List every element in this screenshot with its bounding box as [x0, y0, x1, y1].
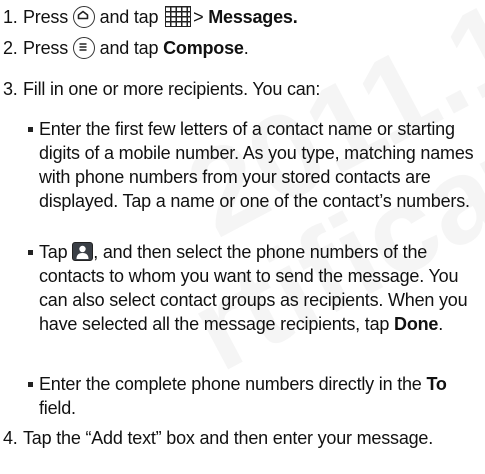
- step-2: 2. Press and tap Compose.: [0, 36, 480, 62]
- bullet-item-2: Tap , and then select the phone numbers …: [28, 240, 478, 364]
- step-text: Press and tap > Messages.: [23, 5, 480, 29]
- step-text: Fill in one or more recipients. You can:: [23, 79, 321, 99]
- step-4: 4. Tap the “Add text” box and then enter…: [0, 426, 480, 474]
- step-text-part: >: [193, 7, 204, 27]
- home-icon: [72, 6, 95, 28]
- step-text-part: Press: [23, 7, 69, 27]
- all-apps-icon: [165, 6, 192, 27]
- step-text-part: Press: [23, 38, 69, 58]
- contact-icon: [72, 242, 94, 261]
- step-3: 3. Fill in one or more recipients. You c…: [0, 77, 480, 103]
- bullet-text-part: field.: [39, 398, 76, 418]
- step-text-part: and tap: [99, 38, 159, 58]
- compose-label: Compose: [163, 38, 244, 58]
- messages-label: Messages.: [208, 7, 298, 27]
- bullet-text: Tap , and then select the phone numbers …: [39, 240, 478, 336]
- bullet-item-3: Enter the complete phone numbers directl…: [28, 372, 478, 422]
- done-label: Done: [394, 314, 439, 334]
- bullet-dot: [28, 127, 33, 132]
- bullet-text-part: .: [438, 314, 444, 334]
- step-number: 1.: [3, 7, 18, 27]
- step-text: Tap the “Add text” box and then enter yo…: [23, 428, 434, 448]
- bullet-text-part: Enter the complete phone numbers directl…: [39, 374, 422, 394]
- step-number: 4.: [3, 428, 18, 448]
- menu-icon: [72, 37, 95, 59]
- step-1: 1. Press and tap > Messages.: [0, 5, 480, 31]
- bullet-text: Enter the complete phone numbers directl…: [39, 372, 478, 420]
- step-number: 3.: [3, 79, 18, 99]
- step-text-part: and tap: [99, 7, 159, 27]
- bullet-dot: [28, 250, 33, 255]
- bullet-text: Enter the first few letters of a contact…: [39, 119, 474, 211]
- bullet-text-part: Tap: [39, 242, 68, 262]
- step-text-part: .: [243, 38, 249, 58]
- step-number: 2.: [3, 38, 18, 58]
- bullet-dot: [28, 382, 33, 387]
- to-field-label: To: [426, 374, 447, 394]
- step-text: Press and tap Compose.: [23, 36, 480, 60]
- bullet-item-1: Enter the first few letters of a contact…: [28, 117, 478, 233]
